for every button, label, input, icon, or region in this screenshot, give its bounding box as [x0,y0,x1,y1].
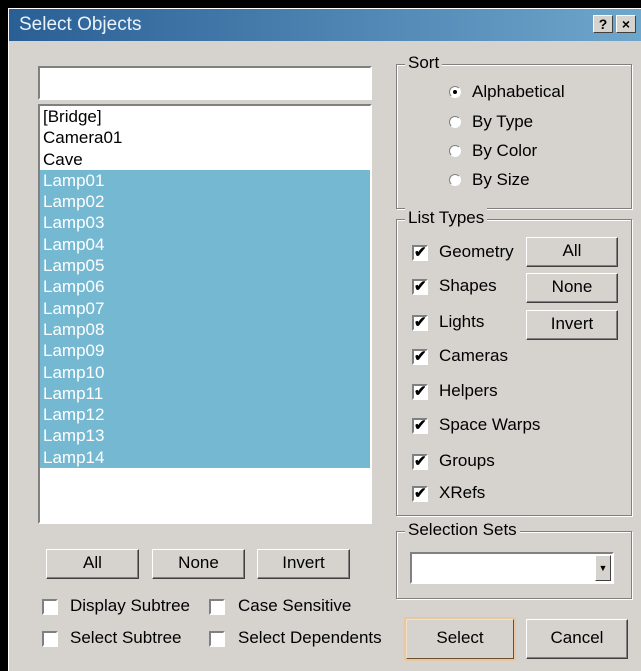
object-list[interactable]: [Bridge] Camera01 Cave Lamp01 Lamp02 Lamp03 La… [38,104,372,524]
close-button[interactable]: × [616,15,636,33]
list-item[interactable]: Cave [40,149,370,170]
list-item[interactable]: [Bridge] [40,106,370,127]
sort-by-type-radio[interactable] [449,116,461,128]
lights-label: Lights [439,312,485,331]
shapes-label: Shapes [439,276,497,295]
helpers-checkbox[interactable]: ✔ [412,384,428,400]
list-item[interactable]: Lamp08 [40,318,370,341]
case-sensitive-label: Case Sensitive [238,596,352,615]
list-all-button[interactable]: All [46,549,139,579]
list-item[interactable]: Lamp03 [40,212,370,234]
groups-label: Groups [439,451,495,470]
object-filter-input[interactable] [38,66,372,100]
sort-alphabetical-radio[interactable] [449,86,461,98]
groups-checkbox[interactable]: ✔ [412,454,428,470]
space-warps-checkbox[interactable]: ✔ [412,418,428,434]
select-subtree-checkbox[interactable] [42,631,58,647]
list-item[interactable]: Lamp06 [40,276,370,298]
select-dependents-checkbox[interactable] [209,631,225,647]
list-item[interactable]: Lamp09 [40,340,370,362]
xrefs-label: XRefs [439,483,486,502]
types-all-button[interactable]: All [526,237,618,267]
list-item[interactable]: Lamp05 [40,255,370,277]
xrefs-checkbox[interactable]: ✔ [412,486,428,502]
list-item[interactable]: Lamp01 [40,169,370,192]
selection-sets-dropdown[interactable]: ▼ [410,552,614,584]
lights-checkbox[interactable]: ✔ [412,315,428,331]
cancel-button[interactable]: Cancel [526,619,628,659]
list-item[interactable]: Lamp07 [40,297,370,319]
list-item[interactable]: Lamp13 [40,425,370,447]
list-item[interactable]: Lamp04 [40,233,370,256]
shapes-checkbox[interactable]: ✔ [412,279,428,295]
types-invert-label: Invert [550,314,594,333]
select-subtree-label: Select Subtree [70,628,182,647]
sort-by-size-label: By Size [472,170,530,189]
list-item[interactable]: Lamp02 [40,191,370,213]
cameras-label: Cameras [439,346,508,365]
list-item[interactable]: Lamp11 [40,382,370,405]
list-item[interactable]: Camera01 [40,127,370,148]
cameras-checkbox[interactable]: ✔ [412,349,428,365]
list-invert-label: Invert [282,553,325,572]
help-button[interactable]: ? [593,15,613,33]
sort-alphabetical-label: Alphabetical [472,82,565,101]
display-subtree-checkbox[interactable] [42,599,58,615]
sort-by-size-radio[interactable] [449,174,461,186]
helpers-label: Helpers [439,381,498,400]
display-subtree-label: Display Subtree [70,596,191,615]
list-none-button[interactable]: None [152,549,245,579]
select-objects-dialog: Select Objects ? × [Bridge] Camera01 Cave L… [8,8,641,671]
select-dependents-label: Select Dependents [238,628,382,647]
cancel-button-label: Cancel [550,628,604,647]
geometry-label: Geometry [439,242,514,261]
select-button[interactable]: Select [406,619,514,659]
sort-group-label: Sort [405,53,443,73]
object-list-items: [Bridge] Camera01 Cave Lamp01 Lamp02 Lamp03 La… [40,106,370,469]
sort-by-color-label: By Color [472,141,538,160]
case-sensitive-checkbox[interactable] [209,599,225,615]
chevron-down-icon[interactable]: ▼ [595,555,611,581]
list-invert-button[interactable]: Invert [257,549,350,579]
list-item[interactable]: Lamp12 [40,404,370,426]
types-none-button[interactable]: None [526,273,618,303]
window-title: Select Objects [19,14,142,35]
list-item[interactable]: Lamp14 [40,446,370,469]
types-invert-button[interactable]: Invert [526,310,618,340]
list-none-label: None [178,553,219,572]
types-none-label: None [551,277,593,296]
list-all-label: All [83,553,102,572]
geometry-checkbox[interactable]: ✔ [412,245,428,261]
types-all-label: All [562,241,582,260]
sort-by-color-radio[interactable] [449,145,461,157]
select-button-label: Select [436,628,484,647]
list-types-group-label: List Types [405,208,488,228]
title-bar[interactable]: Select Objects ? × [9,9,641,41]
sort-by-type-label: By Type [472,112,534,131]
selection-sets-group-label: Selection Sets [405,520,520,540]
list-item[interactable]: Lamp10 [40,361,370,383]
space-warps-label: Space Warps [439,415,541,434]
